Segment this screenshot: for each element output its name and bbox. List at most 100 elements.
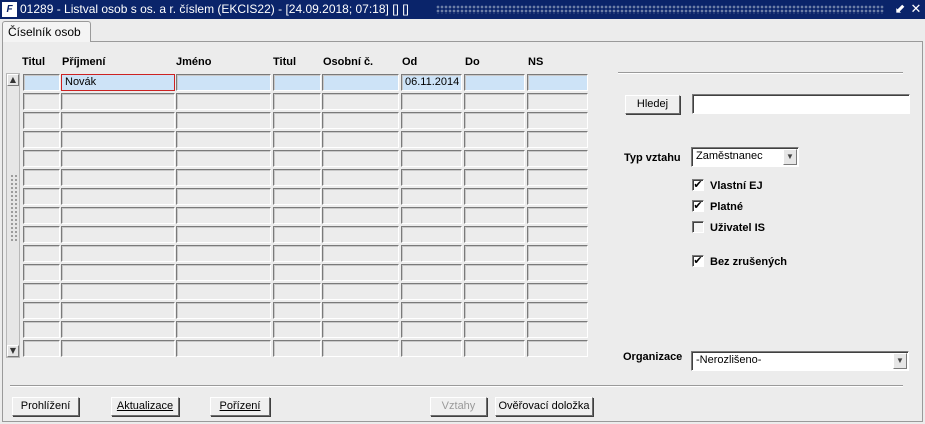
table-cell-jmeno[interactable] — [176, 340, 271, 357]
table-cell-do[interactable] — [464, 321, 525, 338]
porizeni-button[interactable]: Pořízení — [210, 397, 270, 416]
table-cell-jmeno[interactable] — [176, 283, 271, 300]
table-cell-jmeno[interactable] — [176, 150, 271, 167]
table-cell-do[interactable] — [464, 150, 525, 167]
table-cell-prijmeni[interactable] — [61, 283, 175, 300]
table-cell-od[interactable] — [401, 131, 462, 148]
table-cell-prijmeni[interactable] — [61, 207, 175, 224]
table-cell-ns[interactable] — [527, 321, 588, 338]
table-cell-jmeno[interactable] — [176, 93, 271, 110]
table-cell-od[interactable] — [401, 340, 462, 357]
table-cell-osobni-c[interactable] — [322, 131, 399, 148]
table-cell-od[interactable] — [401, 150, 462, 167]
table-cell-titul-2[interactable] — [273, 169, 321, 186]
table-cell-osobni-c[interactable] — [322, 283, 399, 300]
uzivatel-is-checkbox[interactable] — [692, 221, 704, 233]
table-cell-titul[interactable] — [23, 150, 60, 167]
table-cell-titul[interactable] — [23, 264, 60, 281]
table-cell-prijmeni[interactable] — [61, 226, 175, 243]
table-cell-jmeno[interactable] — [176, 188, 271, 205]
table-cell-osobni-c[interactable] — [322, 74, 399, 91]
table-cell-jmeno[interactable] — [176, 74, 271, 91]
table-cell-prijmeni[interactable] — [61, 169, 175, 186]
table-cell-jmeno[interactable] — [176, 207, 271, 224]
tab-ciselnik-osob[interactable]: Číselník osob — [2, 21, 91, 42]
aktualizace-button[interactable]: Aktualizace — [111, 397, 179, 416]
table-cell-titul[interactable] — [23, 321, 60, 338]
table-cell-titul-2[interactable] — [273, 131, 321, 148]
table-cell-od[interactable] — [401, 93, 462, 110]
chevron-down-icon[interactable]: ▼ — [783, 149, 797, 165]
table-cell-ns[interactable] — [527, 188, 588, 205]
table-cell-prijmeni[interactable] — [61, 131, 175, 148]
table-cell-titul[interactable] — [23, 340, 60, 357]
table-cell-jmeno[interactable] — [176, 131, 271, 148]
search-input[interactable] — [692, 94, 910, 114]
table-cell-ns[interactable] — [527, 150, 588, 167]
table-cell-ns[interactable] — [527, 169, 588, 186]
vlastni-ej-checkbox[interactable]: ✔ — [692, 179, 704, 191]
table-cell-prijmeni[interactable] — [61, 264, 175, 281]
table-cell-ns[interactable] — [527, 74, 588, 91]
table-cell-do[interactable] — [464, 245, 525, 262]
table-cell-jmeno[interactable] — [176, 226, 271, 243]
scroll-up-icon[interactable]: ▲ — [7, 74, 19, 86]
table-cell-prijmeni[interactable] — [61, 112, 175, 129]
table-cell-do[interactable] — [464, 112, 525, 129]
table-cell-do[interactable] — [464, 169, 525, 186]
table-cell-ns[interactable] — [527, 207, 588, 224]
table-cell-osobni-c[interactable] — [322, 93, 399, 110]
table-cell-titul-2[interactable] — [273, 340, 321, 357]
prohlizeni-button[interactable]: Prohlížení — [12, 397, 79, 416]
table-cell-od[interactable] — [401, 283, 462, 300]
table-cell-osobni-c[interactable] — [322, 302, 399, 319]
table-cell-do[interactable] — [464, 226, 525, 243]
table-cell-jmeno[interactable] — [176, 112, 271, 129]
overovaci-dolozka-button[interactable]: Ověřovací doložka — [495, 397, 593, 416]
table-cell-titul-2[interactable] — [273, 226, 321, 243]
table-cell-ns[interactable] — [527, 245, 588, 262]
table-cell-prijmeni[interactable] — [61, 93, 175, 110]
table-cell-titul-2[interactable] — [273, 283, 321, 300]
table-cell-do[interactable] — [464, 264, 525, 281]
table-cell-do[interactable] — [464, 283, 525, 300]
table-cell-titul-2[interactable] — [273, 112, 321, 129]
table-cell-do[interactable] — [464, 302, 525, 319]
table-cell-jmeno[interactable] — [176, 169, 271, 186]
table-cell-od[interactable] — [401, 207, 462, 224]
vztahy-button[interactable]: Vztahy — [430, 397, 487, 416]
table-cell-titul[interactable] — [23, 226, 60, 243]
table-cell-prijmeni[interactable]: Novák — [61, 74, 175, 91]
table-cell-prijmeni[interactable] — [61, 340, 175, 357]
table-cell-prijmeni[interactable] — [61, 321, 175, 338]
table-cell-do[interactable] — [464, 74, 525, 91]
table-cell-od[interactable] — [401, 264, 462, 281]
table-cell-ns[interactable] — [527, 264, 588, 281]
table-cell-jmeno[interactable] — [176, 302, 271, 319]
table-cell-titul-2[interactable] — [273, 245, 321, 262]
table-cell-do[interactable] — [464, 340, 525, 357]
table-cell-osobni-c[interactable] — [322, 169, 399, 186]
table-cell-titul-2[interactable] — [273, 74, 321, 91]
table-cell-titul-2[interactable] — [273, 93, 321, 110]
table-cell-jmeno[interactable] — [176, 245, 271, 262]
table-cell-od[interactable] — [401, 302, 462, 319]
scroll-down-icon[interactable]: ▼ — [7, 345, 19, 357]
platne-checkbox[interactable]: ✔ — [692, 200, 704, 212]
table-cell-ns[interactable] — [527, 93, 588, 110]
bez-zrusenych-checkbox[interactable]: ✔ — [692, 255, 704, 267]
hledej-button[interactable]: Hledej — [625, 95, 680, 114]
table-cell-osobni-c[interactable] — [322, 207, 399, 224]
table-cell-do[interactable] — [464, 207, 525, 224]
table-cell-titul[interactable] — [23, 131, 60, 148]
table-cell-titul-2[interactable] — [273, 188, 321, 205]
table-cell-osobni-c[interactable] — [322, 112, 399, 129]
table-cell-do[interactable] — [464, 93, 525, 110]
table-cell-titul[interactable] — [23, 245, 60, 262]
table-cell-ns[interactable] — [527, 112, 588, 129]
table-cell-titul-2[interactable] — [273, 321, 321, 338]
table-cell-od[interactable] — [401, 226, 462, 243]
table-cell-od[interactable] — [401, 321, 462, 338]
typ-vztahu-select[interactable]: Zaměstnanec ▼ — [691, 147, 799, 167]
table-cell-od[interactable] — [401, 169, 462, 186]
